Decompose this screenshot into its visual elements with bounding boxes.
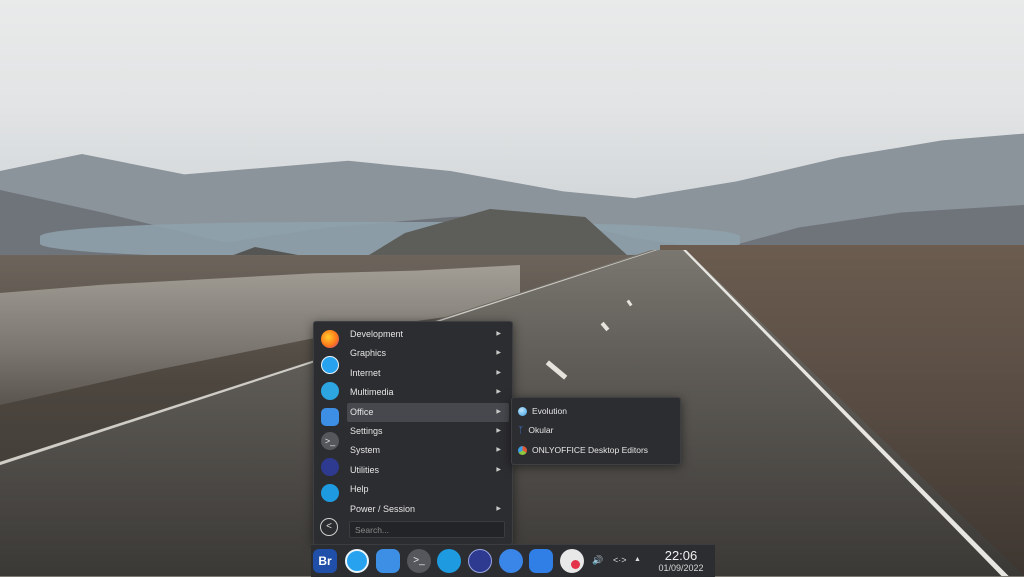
screen-recorder-icon[interactable] xyxy=(560,549,584,573)
category-label: Office xyxy=(350,406,374,417)
onlyoffice-icon xyxy=(518,446,527,456)
category-power-session[interactable]: Power / Session ▶ xyxy=(347,500,509,519)
search-input[interactable]: Search... xyxy=(349,521,505,538)
chevron-right-icon: ▶ xyxy=(496,408,501,415)
bag-icon[interactable] xyxy=(529,549,553,573)
favorites-column: >_ < xyxy=(314,322,346,544)
firefox-icon[interactable] xyxy=(321,330,339,348)
category-label: Internet xyxy=(350,367,381,378)
files-icon[interactable] xyxy=(376,549,400,573)
okular-icon: ᛉ xyxy=(518,425,524,436)
category-list: Development ▶ Graphics ▶ Internet ▶ Mult… xyxy=(347,325,509,519)
back-button[interactable]: < xyxy=(320,518,338,536)
office-submenu: Evolution ᛉ Okular ONLYOFFICE Desktop Edi… xyxy=(511,397,681,465)
category-label: Settings xyxy=(350,425,383,436)
category-label: Utilities xyxy=(350,464,380,475)
category-label: Multimedia xyxy=(350,387,394,398)
category-label: Graphics xyxy=(350,348,387,359)
store-icon[interactable] xyxy=(437,549,461,573)
submenu-item-evolution[interactable]: Evolution xyxy=(518,402,567,420)
chevron-right-icon: ▶ xyxy=(496,350,501,357)
chevron-right-icon: ▶ xyxy=(496,389,501,396)
category-graphics[interactable]: Graphics ▶ xyxy=(347,344,509,363)
category-system[interactable]: System ▶ xyxy=(347,441,509,460)
toggle-icon[interactable] xyxy=(499,549,523,573)
category-help[interactable]: Help xyxy=(347,480,509,499)
network-icon[interactable]: <·> xyxy=(613,555,627,565)
safari-like-browser-icon[interactable] xyxy=(321,356,339,374)
volume-icon[interactable]: 🔊 xyxy=(592,555,603,566)
submenu-item-label: ONLYOFFICE Desktop Editors xyxy=(532,445,649,455)
category-multimedia[interactable]: Multimedia ▶ xyxy=(347,383,509,402)
store-icon[interactable] xyxy=(321,484,339,502)
browser-icon[interactable] xyxy=(345,549,369,573)
category-label: Power / Session xyxy=(350,503,416,514)
category-label: Help xyxy=(350,484,369,495)
terminal-icon[interactable]: >_ xyxy=(321,432,339,450)
system-monitor-icon[interactable] xyxy=(468,549,492,573)
taskbar: Br >_ 🔊 <·> ▲ 22:06 01/09/2022 xyxy=(311,544,715,577)
clock-date[interactable]: 01/09/2022 xyxy=(651,563,711,573)
chevron-right-icon: ▶ xyxy=(496,369,501,376)
system-monitor-icon[interactable] xyxy=(321,458,339,476)
category-utilities[interactable]: Utilities ▶ xyxy=(347,461,509,480)
category-label: Development xyxy=(350,329,404,339)
submenu-item-onlyoffice[interactable]: ONLYOFFICE Desktop Editors xyxy=(518,441,648,459)
record-dot-icon xyxy=(571,560,580,569)
application-launcher-menu: >_ < Development ▶ Graphics ▶ Internet ▶… xyxy=(313,321,513,545)
chevron-right-icon: ▶ xyxy=(496,505,501,512)
category-label: System xyxy=(350,445,381,456)
clock-time[interactable]: 22:06 xyxy=(651,548,711,563)
launcher-button-label: Br xyxy=(318,554,332,568)
chevron-right-icon: ▶ xyxy=(496,427,501,434)
terminal-icon[interactable]: >_ xyxy=(407,549,431,573)
tray-expand-icon[interactable]: ▲ xyxy=(634,556,641,563)
category-settings[interactable]: Settings ▶ xyxy=(347,422,509,441)
files-icon[interactable] xyxy=(321,408,339,426)
category-office[interactable]: Office ▶ xyxy=(347,402,509,422)
chevron-right-icon: ▶ xyxy=(496,447,501,454)
submenu-item-okular[interactable]: ᛉ Okular xyxy=(518,421,553,439)
category-development[interactable]: Development ▶ xyxy=(347,325,509,344)
br-launcher-icon[interactable]: Br xyxy=(313,549,337,573)
submenu-item-label: Okular xyxy=(528,425,554,435)
submenu-item-label: Evolution xyxy=(532,406,567,416)
chevron-right-icon: ▶ xyxy=(496,331,501,337)
chevron-right-icon: ▶ xyxy=(496,466,501,473)
evolution-icon xyxy=(518,407,527,417)
telegram-icon[interactable] xyxy=(321,382,339,400)
category-internet[interactable]: Internet ▶ xyxy=(347,364,509,383)
